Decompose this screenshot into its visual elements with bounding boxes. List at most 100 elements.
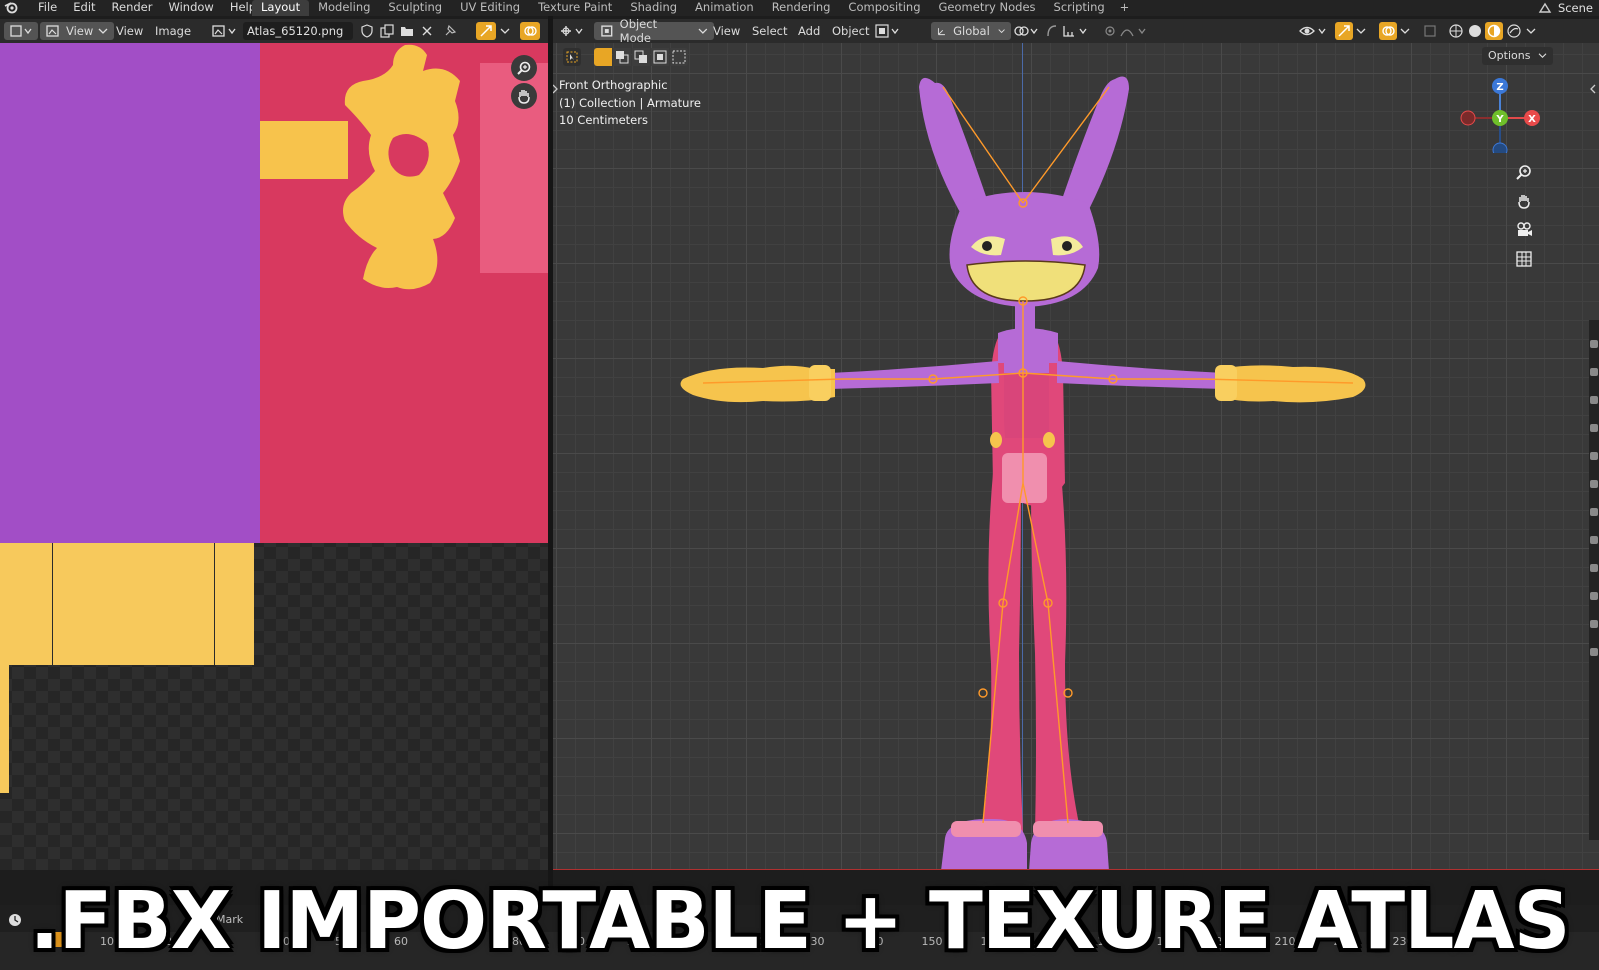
chevron-down-icon[interactable] <box>1356 27 1366 35</box>
overlay-icon <box>524 26 537 36</box>
scene-selector[interactable]: Scene <box>1538 0 1599 16</box>
right-glove <box>1219 365 1366 403</box>
tab-animation[interactable]: Animation <box>686 0 763 16</box>
view-layer-icon[interactable] <box>1590 424 1598 432</box>
3d-viewport[interactable]: Options Front Orthographic (1) Collectio… <box>553 43 1599 870</box>
right-button <box>1043 432 1055 448</box>
chevron-down-icon <box>698 28 708 34</box>
right-pupil <box>1062 241 1072 251</box>
pan-button[interactable] <box>511 83 537 109</box>
image-browse-icon <box>212 25 236 37</box>
menu-select[interactable]: Select <box>752 22 787 40</box>
gizmo-toggle[interactable] <box>1335 22 1353 40</box>
tab-sculpting[interactable]: Sculpting <box>379 0 451 16</box>
scene-properties-icon[interactable] <box>1590 452 1598 460</box>
pivot-point-icon[interactable] <box>1013 24 1039 38</box>
tab-geometry-nodes[interactable]: Geometry Nodes <box>930 0 1045 16</box>
image-editor-canvas[interactable] <box>0 43 548 870</box>
gizmo-icon <box>1338 25 1350 37</box>
image-editor-icon <box>10 25 32 37</box>
close-icon[interactable] <box>421 25 433 37</box>
menu-window[interactable]: Window <box>160 0 221 14</box>
object-type-dropdown[interactable] <box>875 22 901 40</box>
render-properties-icon[interactable] <box>1590 368 1598 376</box>
overlays-toggle[interactable] <box>1379 22 1397 40</box>
menu-image-view[interactable]: View <box>116 22 143 40</box>
solid-shading-icon[interactable] <box>1467 23 1483 39</box>
top-menubar: File Edit Render Window Help Layout Mode… <box>0 0 1599 16</box>
chevron-down-icon[interactable] <box>500 27 510 35</box>
overalls-bib <box>1001 373 1053 438</box>
left-arm <box>829 361 999 389</box>
visibility-icon[interactable] <box>1299 23 1329 39</box>
left-button <box>990 432 1002 448</box>
overlay-toggle[interactable] <box>520 22 540 40</box>
left-cuff <box>951 821 1021 837</box>
object-properties-icon[interactable] <box>1590 508 1598 516</box>
snapping-toggle[interactable] <box>476 22 496 40</box>
scene-label: Scene <box>1557 1 1593 15</box>
tab-shading[interactable]: Shading <box>621 0 686 16</box>
tab-compositing[interactable]: Compositing <box>839 0 929 16</box>
data-properties-icon[interactable] <box>1590 620 1598 628</box>
proportional-edit-icon[interactable] <box>1103 24 1153 38</box>
snap-settings-icon[interactable] <box>1046 24 1096 38</box>
constraint-properties-icon[interactable] <box>1590 592 1598 600</box>
open-folder-icon[interactable] <box>400 24 414 38</box>
mode-dropdown[interactable]: Object Mode <box>594 17 714 45</box>
tab-scripting[interactable]: Scripting <box>1045 0 1114 16</box>
tab-uv-editing[interactable]: UV Editing <box>451 0 529 16</box>
menu-edit[interactable]: Edit <box>65 0 103 14</box>
tab-layout[interactable]: Layout <box>252 0 310 16</box>
menu-image[interactable]: Image <box>155 22 191 40</box>
wireframe-shading-icon[interactable] <box>1448 23 1464 39</box>
transform-orientation-dropdown[interactable]: Global <box>931 22 1011 40</box>
character-model[interactable] <box>553 43 1599 870</box>
world-properties-icon[interactable] <box>1590 480 1598 488</box>
menu-object[interactable]: Object <box>832 22 869 40</box>
tab-modeling[interactable]: Modeling <box>309 0 379 16</box>
modifier-properties-icon[interactable] <box>1590 536 1598 544</box>
image-name-field[interactable]: Atlas_65120.png <box>243 22 353 40</box>
material-preview-toggle[interactable] <box>1485 22 1503 40</box>
view-mode-dropdown[interactable]: View <box>40 22 115 40</box>
duplicate-icon[interactable] <box>380 24 394 38</box>
menu-file[interactable]: File <box>30 0 65 14</box>
blender-window: File Edit Render Window Help Layout Mode… <box>0 0 1599 970</box>
tab-rendering[interactable]: Rendering <box>763 0 840 16</box>
chevron-down-icon[interactable] <box>1526 27 1536 35</box>
output-properties-icon[interactable] <box>1590 396 1598 404</box>
editor-type-dropdown[interactable] <box>4 22 38 40</box>
pin-icon[interactable] <box>443 24 457 38</box>
atlas-yellow-island <box>343 44 460 290</box>
tool-properties-icon[interactable] <box>1590 340 1598 348</box>
menu-view[interactable]: View <box>713 22 740 40</box>
scene-icon <box>1538 2 1552 13</box>
add-workspace-icon[interactable]: + <box>1114 0 1136 16</box>
3d-viewport-icon <box>561 26 583 36</box>
physics-properties-icon[interactable] <box>1590 564 1598 572</box>
left-pupil <box>982 241 992 251</box>
blender-logo-icon[interactable] <box>4 0 18 14</box>
menu-render[interactable]: Render <box>104 0 161 14</box>
object-data-icon <box>875 24 899 38</box>
editor-type-3d-dropdown[interactable] <box>559 22 585 40</box>
properties-tab-strip <box>1589 320 1599 840</box>
image-browse-dropdown[interactable] <box>212 22 238 40</box>
zoom-button[interactable] <box>511 55 537 81</box>
overalls-pocket <box>1002 453 1047 503</box>
right-glove-cuff <box>1215 365 1237 401</box>
view-icon <box>46 25 59 37</box>
right-cuff <box>1033 821 1103 837</box>
menu-add[interactable]: Add <box>798 22 820 40</box>
atlas-yellow-strip <box>0 543 254 665</box>
texture-properties-icon[interactable] <box>1590 648 1598 656</box>
fake-user-shield-icon[interactable] <box>360 24 374 38</box>
right-strap <box>1049 363 1057 433</box>
tab-texture-paint[interactable]: Texture Paint <box>529 0 621 16</box>
snap-icon <box>480 25 492 37</box>
chevron-down-icon[interactable] <box>1400 27 1410 35</box>
overlays-icon <box>1382 26 1395 36</box>
xray-icon[interactable] <box>1423 24 1437 38</box>
rendered-shading-icon[interactable] <box>1506 23 1522 39</box>
